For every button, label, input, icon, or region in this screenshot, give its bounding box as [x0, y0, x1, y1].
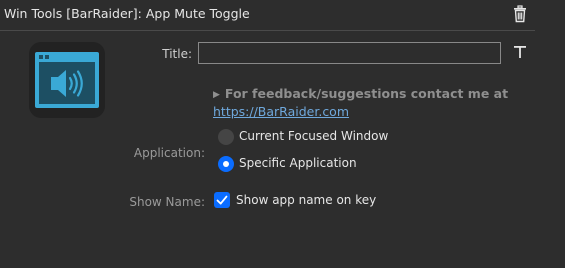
text-format-icon[interactable] [513, 44, 527, 60]
barraider-link[interactable]: https://BarRaider.com [213, 104, 349, 119]
title-label: Title: [162, 47, 192, 61]
option-specific-application-label: Specific Application [239, 156, 357, 170]
feedback-text[interactable]: ▶ For feedback/suggestions contact me at [213, 86, 508, 101]
radio-current-focused-window[interactable] [218, 129, 234, 145]
checkmark-icon [216, 195, 228, 205]
show-name-checkbox[interactable] [214, 192, 230, 208]
option-current-focused-window-label: Current Focused Window [239, 129, 389, 143]
feedback-label: For feedback/suggestions contact me at [224, 86, 509, 101]
action-title: Win Tools [BarRaider]: App Mute Toggle [4, 6, 250, 21]
plugin-icon [29, 42, 105, 118]
speaker-window-icon [35, 52, 99, 108]
show-name-checkbox-label[interactable]: Show app name on key [236, 193, 376, 207]
expand-triangle-icon: ▶ [213, 90, 220, 100]
inspector-header: Win Tools [BarRaider]: App Mute Toggle [0, 0, 565, 30]
show-name-label: Show Name: [129, 195, 205, 209]
application-label: Application: [133, 146, 205, 160]
trash-icon[interactable] [511, 5, 529, 23]
title-input[interactable] [198, 42, 501, 64]
header-divider [0, 30, 535, 31]
radio-specific-application[interactable] [218, 156, 234, 172]
